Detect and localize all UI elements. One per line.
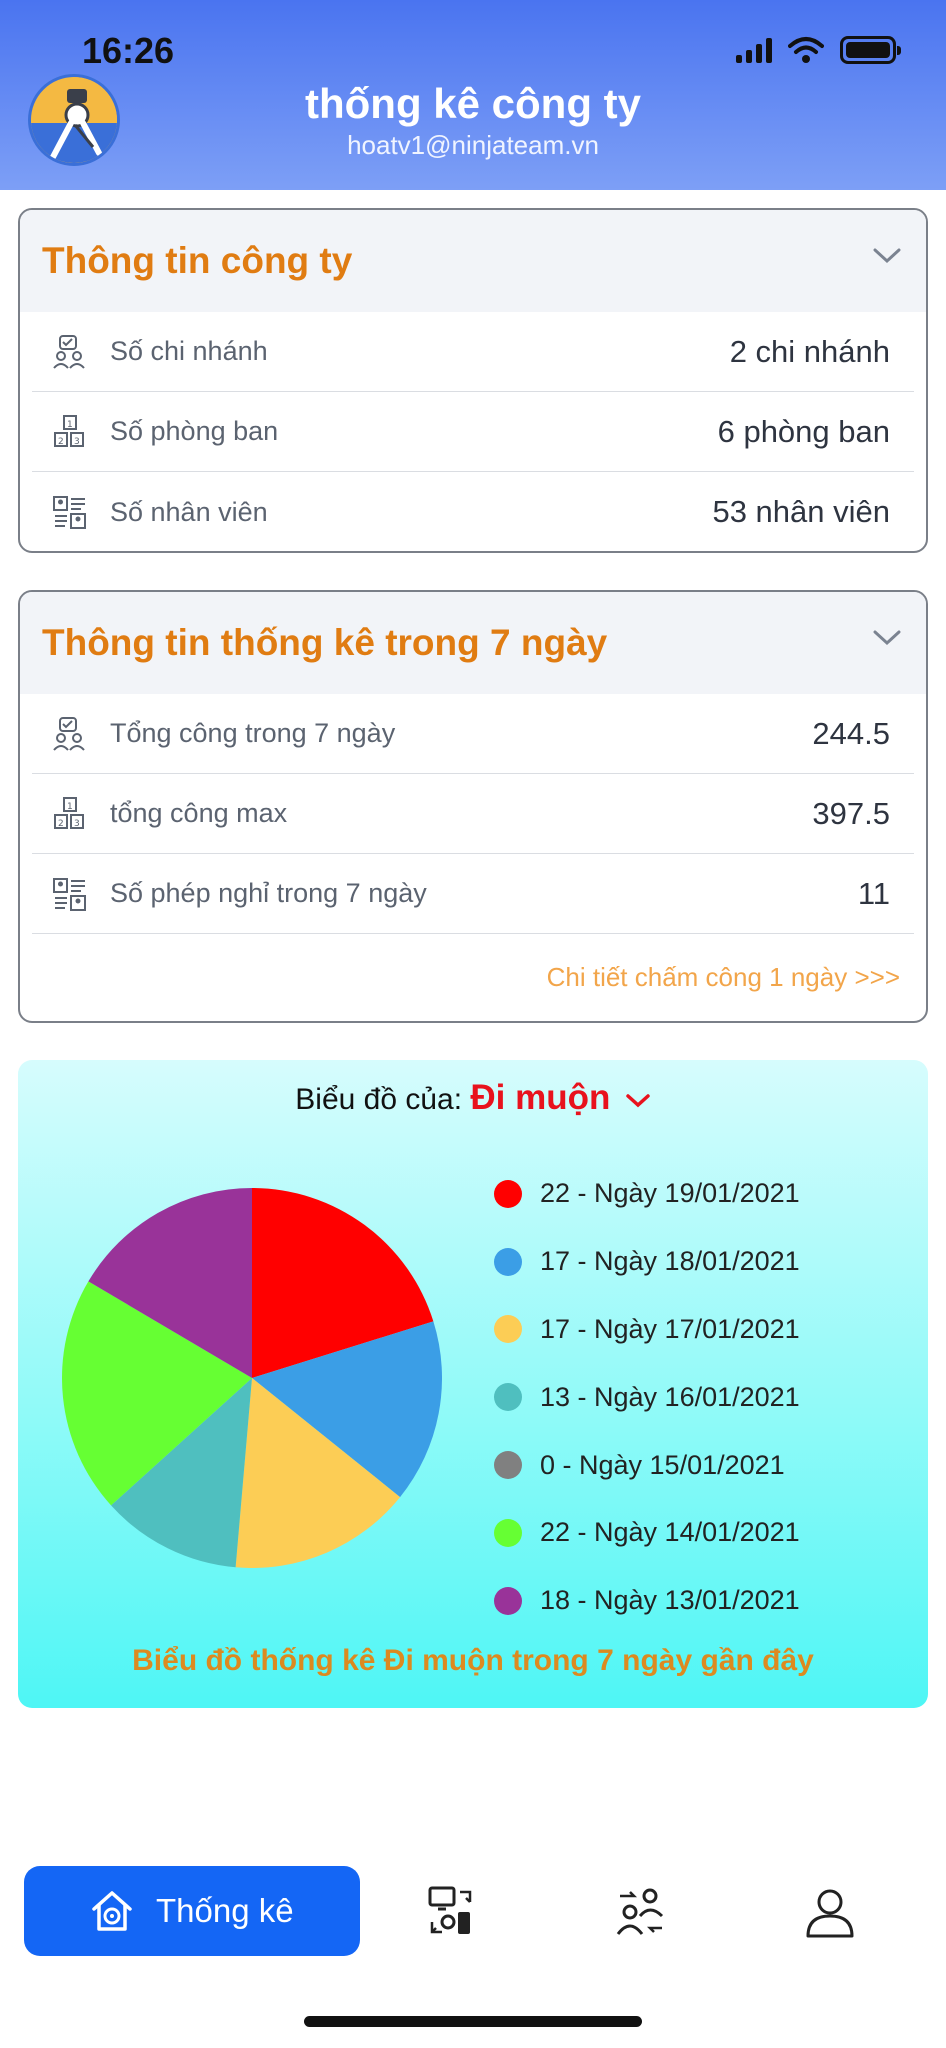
row-label: Tổng công trong 7 ngày	[110, 718, 396, 748]
legend-label: 17 - Ngày 17/01/2021	[540, 1313, 800, 1344]
legend-item: 17 - Ngày 18/01/2021	[494, 1228, 800, 1296]
legend-swatch	[494, 1179, 522, 1208]
row-label: Số nhân viên	[110, 496, 268, 527]
row-value: 11	[857, 875, 890, 911]
legend-label: 22 - Ngày 19/01/2021	[540, 1178, 800, 1209]
nav-tab-stats[interactable]: Thống kê	[24, 1866, 360, 1956]
card-title: Thông tin thống kê trong 7 ngày	[42, 622, 608, 663]
row-label: tổng công max	[110, 798, 288, 828]
bottom-nav: Thống kê	[0, 1860, 946, 1960]
chevron-down-icon[interactable]	[872, 628, 902, 648]
app-header: 16:26 thống kê công ty hoatv1@ninjateam.…	[0, 0, 946, 190]
battery-icon	[840, 36, 901, 64]
chart-legend: 22 - Ngày 19/01/2021 17 - Ngày 18/01/2021…	[494, 1160, 800, 1635]
team-check-icon	[53, 716, 85, 751]
chart-select-value[interactable]: Đi muộn	[470, 1078, 610, 1117]
daily-attendance-detail-link[interactable]: Chi tiết chấm công 1 ngày >>>	[20, 934, 926, 1020]
status-time: 16:26	[82, 30, 175, 71]
info-row-employees: Số nhân viên 53 nhân viên	[32, 472, 914, 551]
row-label: Số phòng ban	[110, 416, 279, 446]
row-value: 2 chi nhánh	[729, 333, 890, 369]
user-email: hoatv1@ninjateam.vn	[347, 130, 599, 160]
weekly-stats-card: Thông tin thống kê trong 7 ngày Tổng côn…	[18, 590, 928, 1023]
weekly-stats-header[interactable]: Thông tin thống kê trong 7 ngày	[20, 592, 926, 694]
row-label: Số chi nhánh	[110, 336, 268, 366]
id-card-icon	[53, 496, 86, 529]
legend-label: 22 - Ngày 14/01/2021	[540, 1517, 800, 1548]
home-indicator	[304, 2016, 642, 2027]
chevron-down-icon[interactable]	[625, 1092, 651, 1110]
chart-panel: Biểu đồ của: Đi muộn 22 - Ngày 19/01/202…	[18, 1060, 928, 1708]
svg-text:1: 1	[67, 802, 73, 812]
legend-item: 0 - Ngày 15/01/2021	[494, 1431, 800, 1499]
legend-item: 17 - Ngày 17/01/2021	[494, 1296, 800, 1364]
legend-swatch	[494, 1247, 522, 1276]
team-check-icon	[53, 334, 85, 369]
legend-label: 13 - Ngày 16/01/2021	[540, 1381, 800, 1412]
status-icons	[736, 36, 901, 64]
cellular-signal-icon	[736, 37, 772, 63]
card-title: Thông tin công ty	[42, 240, 353, 281]
chart-select-label: Biểu đồ của:	[295, 1083, 463, 1116]
legend-swatch	[494, 1586, 522, 1615]
legend-swatch	[494, 1451, 522, 1480]
home-stats-icon	[92, 1891, 132, 1931]
stat-row-total-work: Tổng công trong 7 ngày 244.5	[32, 694, 914, 774]
pie-chart	[62, 1188, 442, 1568]
users-swap-icon[interactable]	[614, 1884, 670, 1940]
user-profile-icon[interactable]	[802, 1884, 858, 1940]
nav-tab-label: Thống kê	[156, 1892, 294, 1929]
legend-label: 18 - Ngày 13/01/2021	[540, 1585, 800, 1616]
legend-swatch	[494, 1518, 522, 1547]
svg-text:2: 2	[58, 437, 64, 447]
numbered-boxes-icon: 1 2 3	[54, 796, 84, 829]
chart-type-selector[interactable]: Biểu đồ của: Đi muộn	[18, 1078, 928, 1118]
svg-text:3: 3	[74, 437, 80, 447]
id-card-icon	[53, 877, 86, 911]
legend-swatch	[494, 1383, 522, 1412]
info-row-departments: 1 2 3 Số phòng ban 6 phòng ban	[32, 392, 914, 472]
row-value: 244.5	[812, 715, 890, 751]
legend-item: 22 - Ngày 19/01/2021	[494, 1160, 800, 1228]
chevron-down-icon[interactable]	[872, 246, 902, 266]
company-info-card: Thông tin công ty Số chi nhánh 2 chi nhá…	[18, 208, 928, 553]
info-row-branches: Số chi nhánh 2 chi nhánh	[32, 312, 914, 392]
chart-caption: Biểu đồ thống kê Đi muộn trong 7 ngày gầ…	[132, 1644, 814, 1677]
devices-sync-icon[interactable]	[426, 1884, 482, 1940]
numbered-boxes-icon: 1 2 3	[54, 414, 84, 447]
legend-label: 0 - Ngày 15/01/2021	[540, 1449, 785, 1480]
legend-item: 13 - Ngày 16/01/2021	[494, 1363, 800, 1431]
svg-text:3: 3	[74, 819, 80, 829]
stat-row-leave: Số phép nghỉ trong 7 ngày 11	[32, 854, 914, 934]
row-label: Số phép nghỉ trong 7 ngày	[110, 878, 427, 908]
stat-row-max-work: 1 2 3 tổng công max 397.5	[32, 774, 914, 854]
legend-item: 22 - Ngày 14/01/2021	[494, 1499, 800, 1567]
company-info-header[interactable]: Thông tin công ty	[20, 210, 926, 312]
legend-item: 18 - Ngày 13/01/2021	[494, 1567, 800, 1635]
legend-swatch	[494, 1315, 522, 1344]
row-value: 6 phòng ban	[717, 413, 890, 449]
row-value: 397.5	[812, 795, 890, 831]
svg-text:2: 2	[58, 819, 64, 829]
legend-label: 17 - Ngày 18/01/2021	[540, 1246, 800, 1277]
row-value: 53 nhân viên	[712, 494, 890, 529]
wifi-icon	[788, 37, 824, 63]
page-title: thống kê công ty	[305, 80, 641, 127]
svg-text:1: 1	[67, 420, 73, 430]
